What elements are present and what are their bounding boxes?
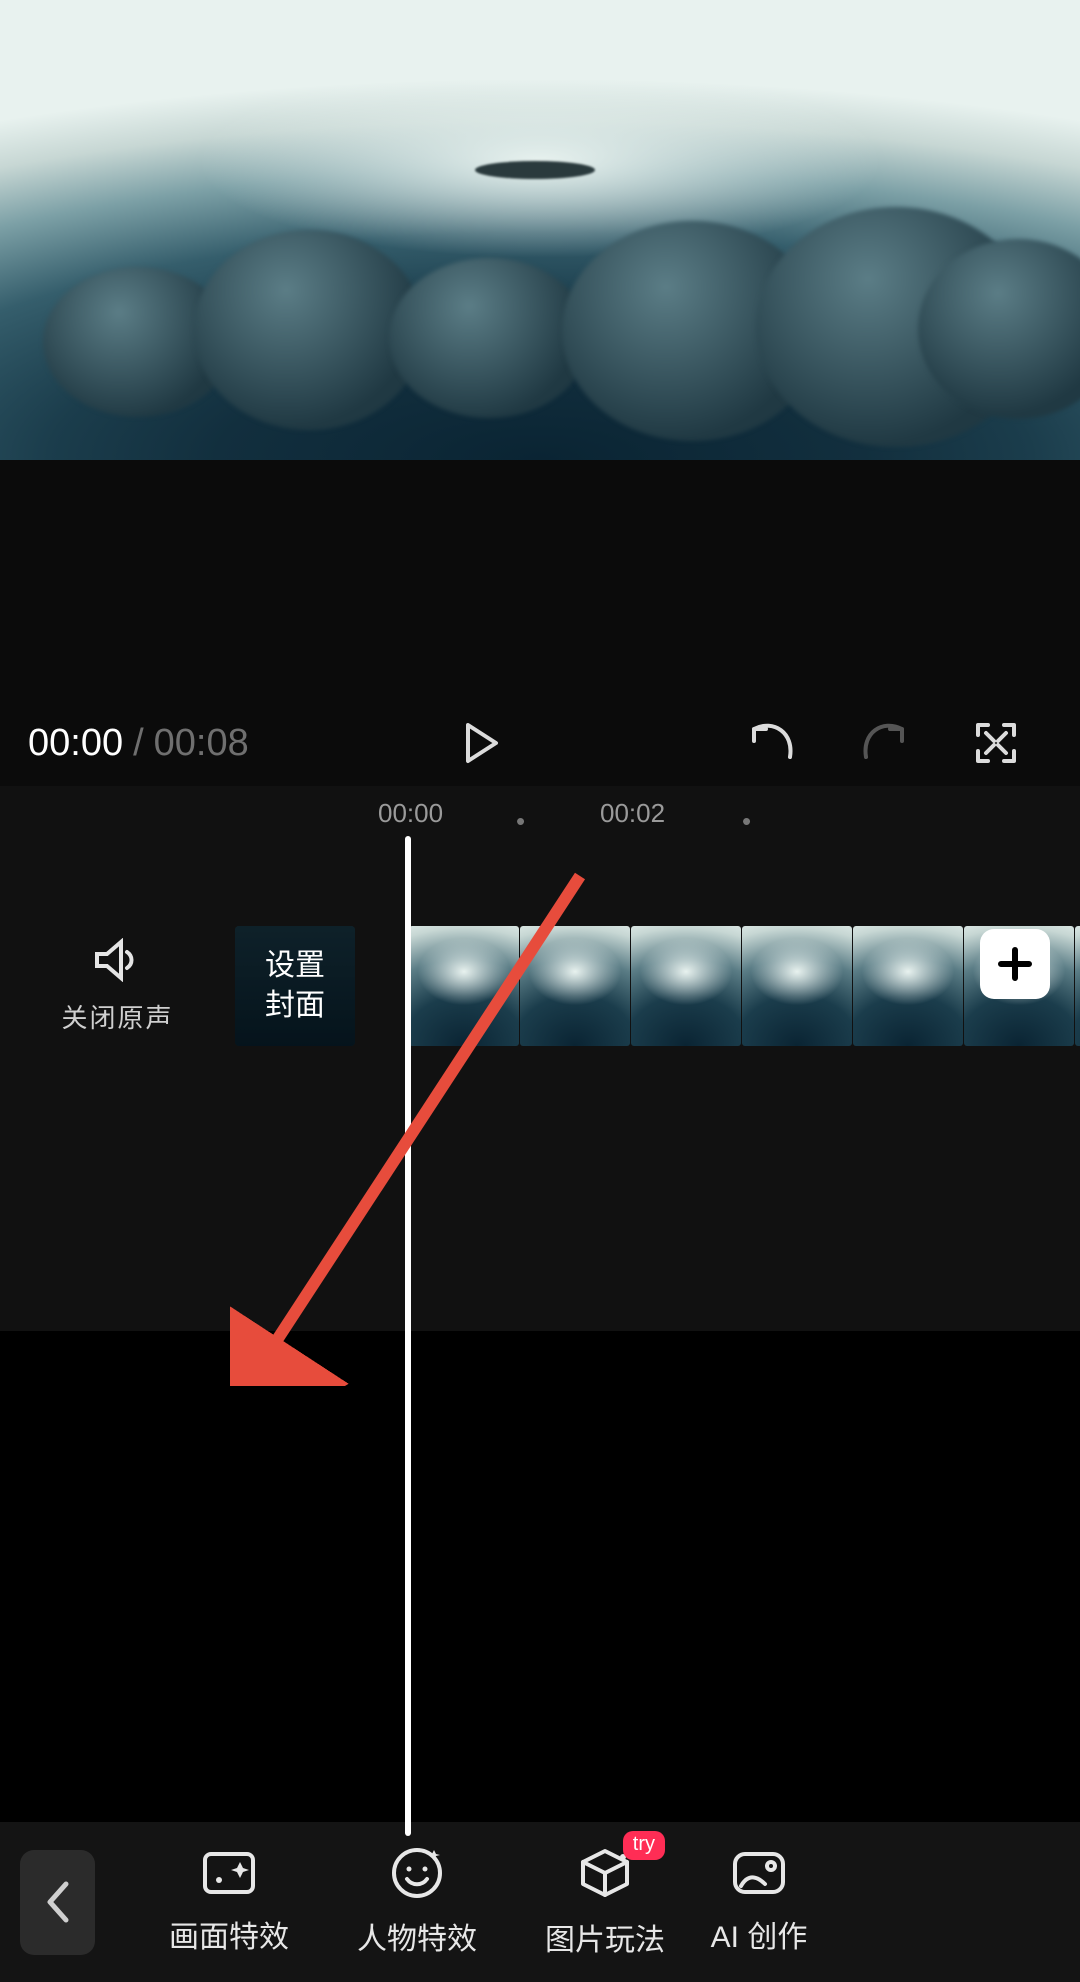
mute-original-audio-button[interactable]: 关闭原声 <box>0 938 235 1035</box>
set-cover-button[interactable]: 设置 封面 <box>235 926 355 1046</box>
fullscreen-button[interactable] <box>966 713 1026 773</box>
playhead[interactable] <box>405 836 411 1836</box>
time-current: 00:00 <box>28 722 123 765</box>
add-clip-button[interactable] <box>980 929 1050 999</box>
tool-label: 画面特效 <box>169 1912 289 1956</box>
toolbar-back-button[interactable] <box>20 1850 95 1955</box>
time-separator: / <box>133 722 144 765</box>
undo-button[interactable] <box>742 713 802 773</box>
timeline-ruler: 00:00 • 00:02 • <box>0 786 1080 836</box>
player-bar: 00:00 / 00:08 <box>0 700 1080 786</box>
clip-frame <box>742 926 852 1046</box>
timeline[interactable]: 00:00 • 00:02 • 关闭原声 设置 封面 <box>0 786 1080 1331</box>
preview-gap <box>0 460 1080 700</box>
clip-track: 关闭原声 设置 封面 <box>0 926 1080 1046</box>
screen-effects-icon <box>201 1848 257 1898</box>
tool-label: 人物特效 <box>357 1914 477 1958</box>
time-total: 00:08 <box>154 722 249 765</box>
ruler-mark: 00:02 <box>600 798 665 829</box>
tool-ai-create[interactable]: AI 创作 <box>699 1848 819 1956</box>
tool-screen-effects[interactable]: 画面特效 <box>135 1848 323 1956</box>
time-display: 00:00 / 00:08 <box>28 722 249 765</box>
redo-icon <box>860 723 908 763</box>
play-button[interactable] <box>452 713 512 773</box>
ruler-dot: • <box>516 806 525 837</box>
clip-frame <box>853 926 963 1046</box>
fullscreen-icon <box>974 721 1018 765</box>
video-preview[interactable] <box>0 0 1080 460</box>
tool-label: AI 创作 <box>711 1912 808 1956</box>
cover-label: 设置 封面 <box>265 946 325 1026</box>
clip-frame <box>631 926 741 1046</box>
tool-image-play[interactable]: try 图片玩法 <box>511 1845 699 1959</box>
effects-toolbar: 画面特效 人物特效 try 图片玩法 AI 创作 <box>0 1822 1080 1982</box>
undo-icon <box>748 723 796 763</box>
tool-face-effects[interactable]: 人物特效 <box>323 1846 511 1958</box>
redo-button[interactable] <box>854 713 914 773</box>
clip-frame <box>1075 926 1080 1046</box>
chevron-left-icon <box>44 1880 72 1924</box>
clip-frame <box>409 926 519 1046</box>
tool-label: 图片玩法 <box>545 1915 665 1959</box>
speaker-icon <box>93 938 143 982</box>
try-badge: try <box>623 1831 665 1860</box>
timeline-gap <box>0 1331 1080 1851</box>
play-icon <box>462 721 502 765</box>
plus-icon <box>997 946 1033 982</box>
mute-label: 关闭原声 <box>61 998 173 1035</box>
face-effects-icon <box>390 1846 444 1900</box>
ruler-dot: • <box>742 806 751 837</box>
ai-create-icon <box>731 1848 787 1898</box>
clip-frame <box>520 926 630 1046</box>
ruler-mark: 00:00 <box>378 798 443 829</box>
